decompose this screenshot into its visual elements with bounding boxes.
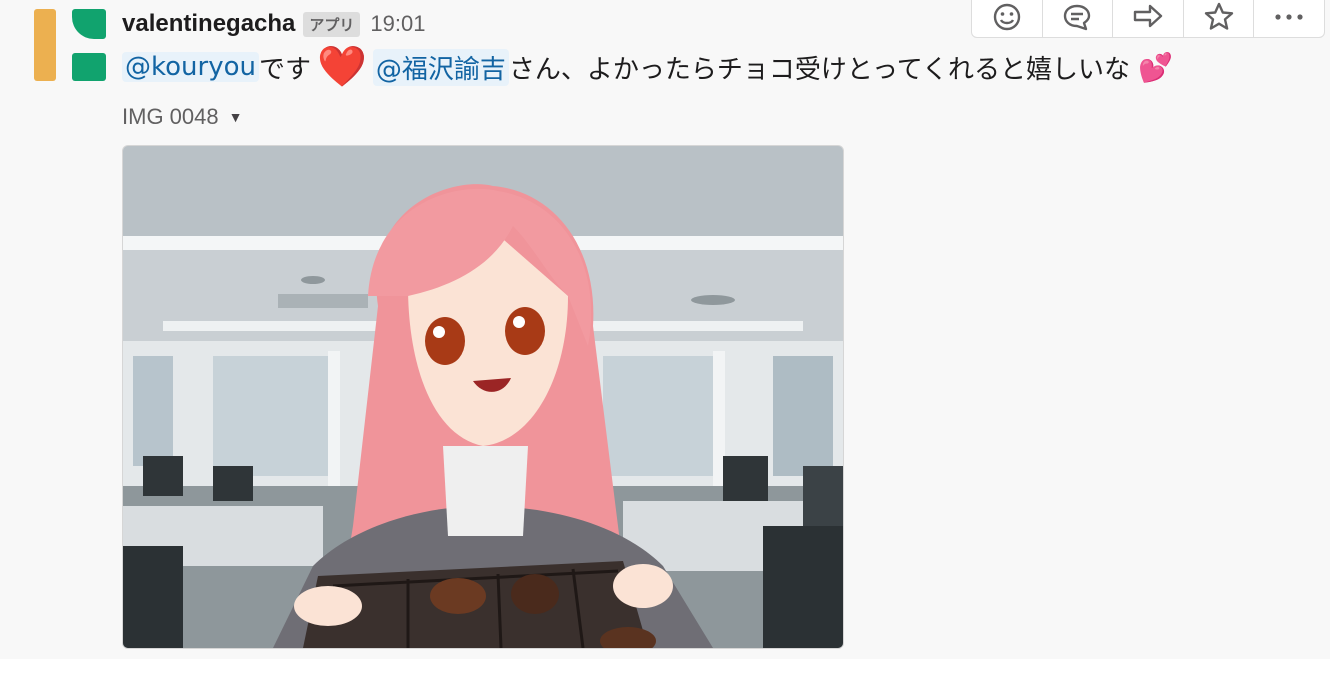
heart-emoji: ❤️: [317, 44, 367, 90]
app-badge: アプリ: [303, 11, 361, 37]
user-mention[interactable]: @福沢諭吉: [372, 48, 509, 86]
more-actions-icon[interactable]: [1254, 0, 1324, 37]
star-icon[interactable]: [1184, 0, 1255, 37]
avatar[interactable]: [34, 9, 106, 81]
text-fragment: さん、よかったらチョコ受けとってくれると嬉しいな: [508, 54, 1130, 85]
chevron-down-icon[interactable]: ▼: [229, 109, 243, 125]
reply-thread-icon[interactable]: [1043, 0, 1114, 37]
message-row: valentinegacha アプリ 19:01 @kouryou です ❤️ …: [0, 0, 1330, 659]
attached-image[interactable]: [122, 145, 844, 649]
user-mention[interactable]: @kouryou: [122, 52, 259, 82]
text-fragment: です: [258, 54, 311, 85]
attachment-header[interactable]: IMG 0048 ▼: [122, 104, 242, 130]
add-reaction-icon[interactable]: [972, 0, 1043, 37]
timestamp[interactable]: 19:01: [370, 11, 425, 37]
message-header: valentinegacha アプリ 19:01: [122, 8, 425, 40]
file-name[interactable]: IMG 0048: [122, 104, 219, 130]
message-text: @kouryou です ❤️ @福沢諭吉 さん、よかったらチョコ受けとってくれる…: [122, 46, 1173, 88]
share-icon[interactable]: [1113, 0, 1184, 37]
two-hearts-emoji: 💕: [1137, 50, 1173, 84]
message-actions-toolbar: [971, 0, 1325, 38]
sender-name[interactable]: valentinegacha: [122, 10, 295, 38]
